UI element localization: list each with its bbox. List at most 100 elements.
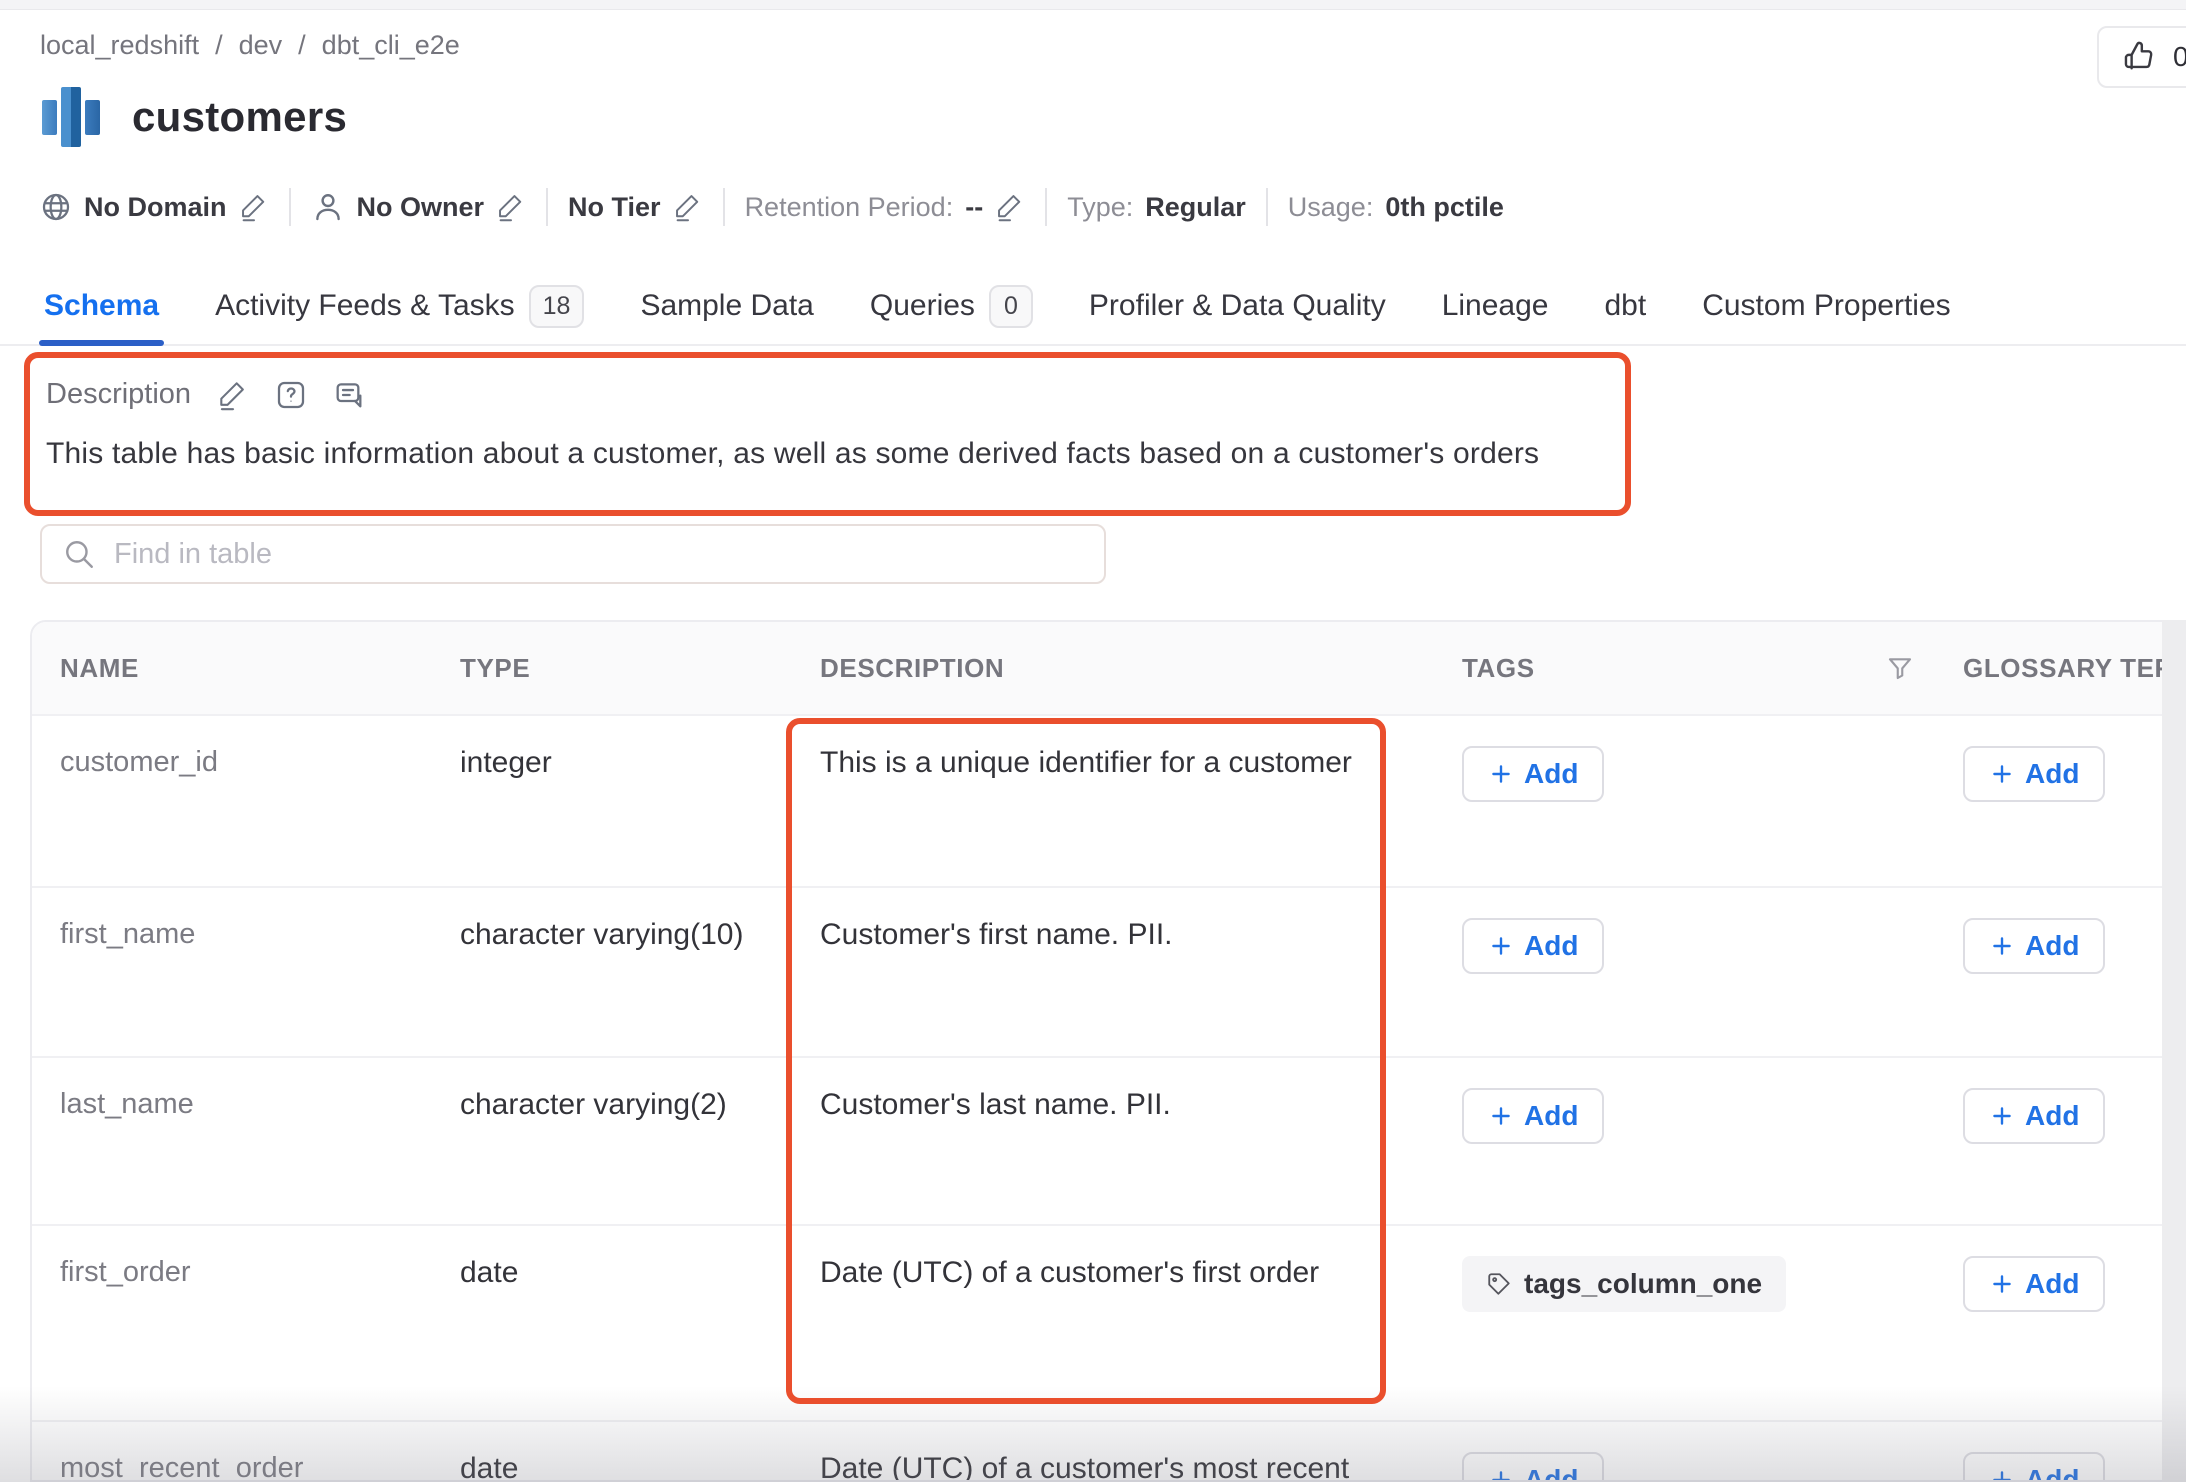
add-label: Add: [1524, 930, 1579, 961]
add-glossary-term-button[interactable]: Add: [1963, 1256, 2106, 1312]
person-icon: [315, 194, 340, 221]
plus-icon: [1993, 765, 2011, 783]
description-label: Description: [46, 378, 192, 410]
breadcrumb-schema-link[interactable]: dbt_cli_e2e: [322, 30, 460, 61]
plus-icon: [1993, 1275, 2011, 1293]
type-meta: Type: Regular: [1067, 192, 1246, 223]
tab-sample-data[interactable]: Sample Data: [640, 268, 813, 344]
tab-schema[interactable]: Schema: [38, 268, 165, 346]
tag-chip[interactable]: tags_column_one: [1462, 1256, 1787, 1312]
add-label: Add: [1524, 1464, 1579, 1482]
tab-label: Custom Properties: [1702, 289, 1951, 322]
schema-table: NAME TYPE DESCRIPTION TAGS GLOSSARY TERM…: [30, 620, 2186, 1482]
column-description: This is a unique identifier for a custom…: [820, 746, 1352, 779]
column-type: character varying(2): [460, 1088, 727, 1121]
plus-icon: [1492, 1471, 1510, 1480]
tab-dbt[interactable]: dbt: [1604, 268, 1646, 344]
edit-description-button[interactable]: [217, 379, 249, 411]
tags-cell: Add: [1438, 716, 1935, 886]
pencil-icon: [499, 195, 522, 222]
tab-custom-properties[interactable]: Custom Properties: [1702, 268, 1950, 344]
breadcrumb: local_redshift / dev / dbt_cli_e2e: [40, 30, 460, 61]
retention-meta: Retention Period: --: [745, 192, 1026, 223]
thumbs-up-icon: [2124, 41, 2153, 70]
pencil-icon: [675, 195, 698, 222]
meta-divider: [1045, 188, 1048, 226]
breadcrumb-separator: /: [215, 30, 223, 60]
tab-label: Queries: [869, 289, 975, 322]
column-description: Customer's first name. PII.: [820, 918, 1173, 951]
table-row: last_name character varying(2) Customer'…: [32, 1056, 2186, 1224]
add-tag-button[interactable]: Add: [1462, 1088, 1605, 1144]
add-tag-button[interactable]: Add: [1462, 918, 1605, 974]
add-tag-button[interactable]: Add: [1462, 746, 1605, 802]
vertical-scrollbar[interactable]: [2162, 620, 2186, 1482]
column-name: first_name: [60, 918, 196, 950]
tier-value: No Tier: [568, 191, 661, 222]
tab-label: Schema: [44, 289, 160, 322]
tier-meta: No Tier: [568, 192, 703, 223]
domain-value: No Domain: [84, 191, 227, 222]
add-glossary-term-button[interactable]: Add: [1963, 918, 2106, 974]
add-label: Add: [2025, 1464, 2080, 1482]
breadcrumb-service-link[interactable]: local_redshift: [40, 30, 199, 61]
add-glossary-term-button[interactable]: Add: [1963, 1088, 2106, 1144]
tab-label: Activity Feeds & Tasks: [215, 289, 515, 322]
tags-cell: Add: [1438, 888, 1935, 1056]
column-type: date: [460, 1452, 519, 1482]
column-type: character varying(10): [460, 918, 744, 951]
plus-icon: [1492, 937, 1510, 955]
table-row: customer_id integer This is a unique ide…: [32, 714, 2186, 886]
help-icon: [277, 381, 305, 408]
description-text: This table has basic information about a…: [46, 437, 1540, 470]
column-description: Customer's last name. PII.: [820, 1088, 1171, 1121]
table-row: first_name character varying(10) Custome…: [32, 886, 2186, 1056]
add-glossary-term-button[interactable]: Add: [1963, 746, 2106, 802]
column-header-tags: TAGS: [1438, 653, 1935, 684]
like-button[interactable]: 0: [2097, 26, 2186, 88]
tag-label: tags_column_one: [1524, 1268, 1763, 1299]
tab-label: dbt: [1604, 289, 1647, 322]
edit-domain-button[interactable]: [239, 192, 269, 222]
tab-queries[interactable]: Queries 0: [870, 268, 1033, 344]
column-name: most_recent_order: [60, 1452, 304, 1482]
column-header-name: NAME: [60, 652, 139, 683]
pencil-icon: [220, 381, 244, 410]
redshift-service-icon: [40, 84, 102, 150]
tab-label: Profiler & Data Quality: [1088, 289, 1386, 322]
edit-retention-button[interactable]: [995, 192, 1025, 222]
meta-divider: [288, 188, 291, 226]
add-label: Add: [2025, 758, 2080, 789]
add-tag-button[interactable]: Add: [1462, 1452, 1605, 1482]
comments-button[interactable]: [333, 379, 365, 411]
column-description: Date (UTC) of a customer's most recent: [820, 1452, 1350, 1482]
breadcrumb-separator: /: [298, 30, 306, 60]
tab-profiler[interactable]: Profiler & Data Quality: [1089, 268, 1386, 344]
description-header: Description: [46, 378, 1609, 411]
edit-tier-button[interactable]: [673, 192, 703, 222]
pencil-icon: [998, 195, 1021, 222]
filter-icon[interactable]: [1885, 653, 1915, 683]
like-count: 0: [2173, 41, 2186, 72]
plus-icon: [1993, 1107, 2011, 1125]
tags-header-label: TAGS: [1462, 652, 1535, 683]
glossary-cell: Add: [1935, 1058, 2186, 1224]
usage-value: 0th pctile: [1385, 191, 1504, 222]
pencil-icon: [241, 195, 264, 222]
plus-icon: [1492, 765, 1510, 783]
tag-icon: [1488, 1273, 1510, 1295]
breadcrumb-database-link[interactable]: dev: [239, 30, 283, 61]
glossary-cell: Add: [1935, 888, 2186, 1056]
add-label: Add: [1524, 758, 1579, 789]
search-input[interactable]: [114, 537, 1084, 571]
window-top-edge: [0, 0, 2186, 10]
request-description-button[interactable]: [275, 379, 307, 411]
tab-label: Sample Data: [640, 289, 814, 322]
type-value: Regular: [1145, 191, 1246, 222]
add-glossary-term-button[interactable]: Add: [1963, 1452, 2106, 1482]
tab-lineage[interactable]: Lineage: [1442, 268, 1549, 344]
tab-activity-feeds[interactable]: Activity Feeds & Tasks 18: [215, 268, 585, 344]
meta-divider: [1265, 188, 1268, 226]
usage-meta: Usage: 0th pctile: [1288, 192, 1504, 223]
edit-owner-button[interactable]: [496, 192, 526, 222]
